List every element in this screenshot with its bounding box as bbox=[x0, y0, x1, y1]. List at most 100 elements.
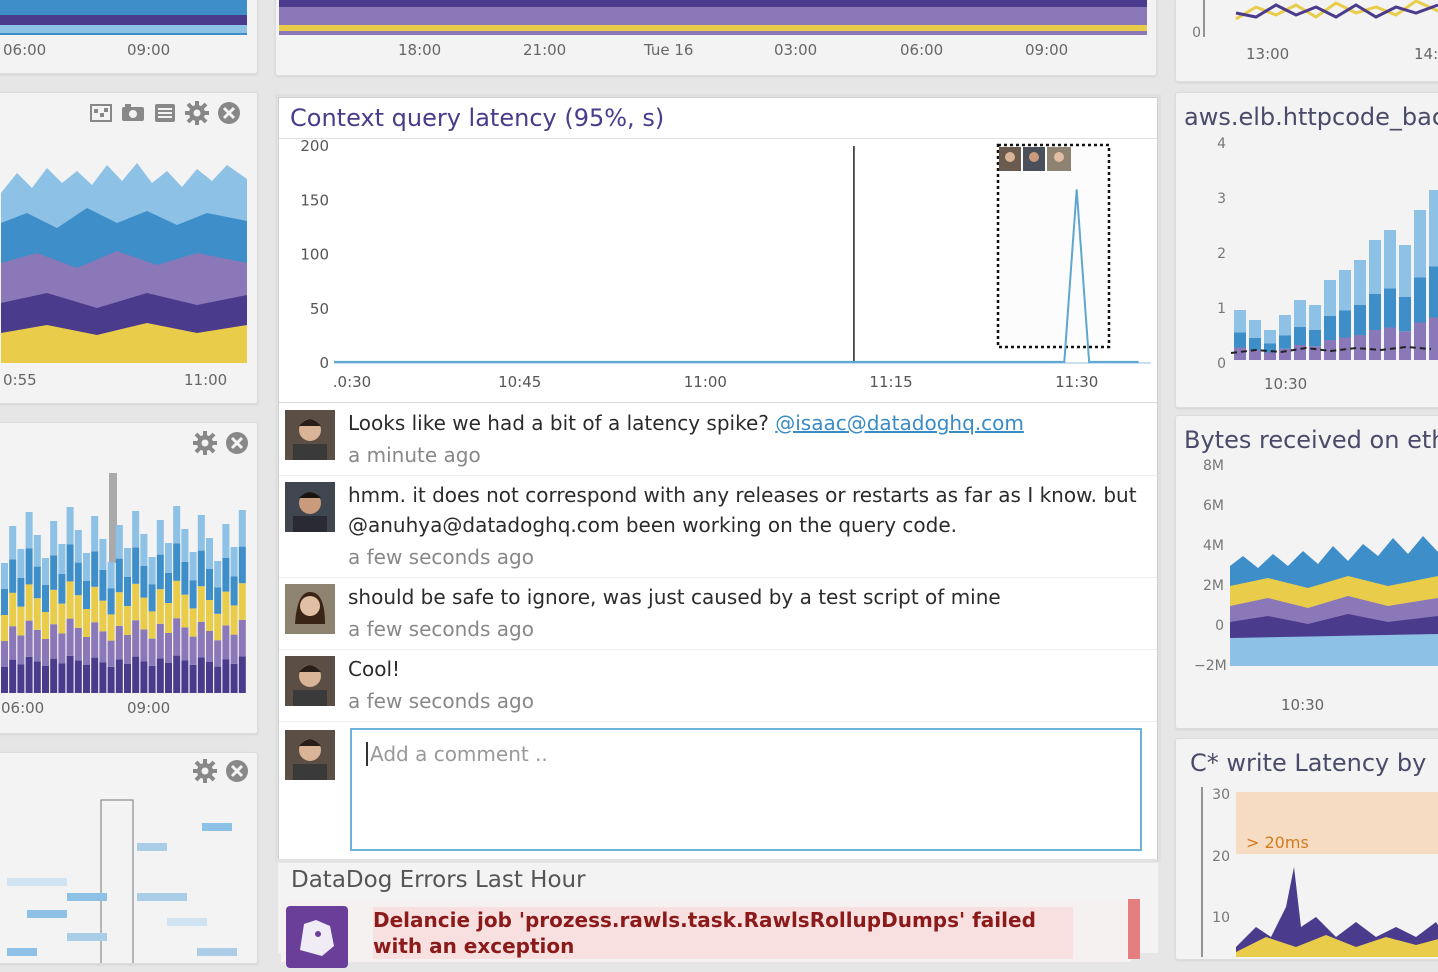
bar-segment bbox=[230, 547, 238, 577]
y-tick: 0 bbox=[1192, 25, 1201, 41]
bar-segment bbox=[1399, 245, 1411, 297]
bar-segment bbox=[58, 573, 66, 604]
bar-segment bbox=[83, 637, 90, 665]
bar-segment bbox=[197, 515, 205, 551]
bar-segment bbox=[1399, 296, 1411, 332]
close-icon[interactable] bbox=[225, 431, 249, 455]
bar-segment bbox=[181, 660, 189, 693]
bar-segment bbox=[140, 597, 148, 630]
bar-segment bbox=[50, 521, 58, 556]
bar-segment bbox=[42, 666, 49, 693]
tile-top-center[interactable]: 18:00 21:00 Tue 16 03:00 06:00 09:00 bbox=[275, 0, 1157, 76]
bar-segment bbox=[156, 520, 164, 555]
bar-segment bbox=[238, 656, 246, 693]
bar-segment bbox=[74, 627, 82, 661]
bar-segment bbox=[1249, 350, 1261, 360]
bar-segment bbox=[1369, 240, 1381, 294]
right-3-chart bbox=[1201, 787, 1438, 957]
close-icon[interactable] bbox=[217, 101, 241, 125]
x-tick: 11:30 bbox=[1055, 373, 1098, 391]
tile-left-3[interactable] bbox=[0, 752, 258, 964]
bar-segment bbox=[173, 543, 181, 581]
bar-segment bbox=[58, 633, 66, 664]
x-tick: 03:00 bbox=[774, 41, 818, 59]
comment-input[interactable]: Add a comment .. bbox=[350, 728, 1142, 851]
bar-segment bbox=[66, 581, 74, 619]
comment-selection-box[interactable] bbox=[996, 143, 1111, 349]
bar-segment bbox=[1399, 331, 1411, 360]
x-tick: 09:00 bbox=[1025, 41, 1069, 59]
close-icon[interactable] bbox=[225, 759, 249, 783]
comment-item: should be safe to ignore, was just cause… bbox=[279, 577, 1157, 650]
bar-segment bbox=[1, 667, 8, 693]
bar-segment bbox=[214, 666, 222, 693]
bar-segment bbox=[189, 636, 197, 665]
avatar bbox=[285, 410, 335, 460]
bar-segment bbox=[124, 635, 131, 664]
bar-segment bbox=[132, 583, 140, 621]
scrollbar[interactable] bbox=[1128, 899, 1140, 959]
bar-segment bbox=[1264, 352, 1276, 360]
bar-segment bbox=[148, 557, 156, 585]
bar-segment bbox=[91, 622, 99, 658]
tile-left-2[interactable]: 06:00 09:00 bbox=[0, 422, 258, 734]
participant-avatars bbox=[999, 147, 1071, 171]
error-item[interactable]: Delancie job 'prozess.rawls.task.RawlsRo… bbox=[281, 902, 1131, 968]
bar-segment bbox=[1279, 335, 1291, 349]
bar-segment bbox=[165, 663, 172, 693]
tile-right-1[interactable]: aws.elb.httpcode_bac 4 3 2 1 0 10:30 bbox=[1175, 92, 1438, 408]
bar-segment bbox=[1384, 288, 1396, 328]
tile-title: aws.elb.httpcode_bac bbox=[1184, 103, 1438, 131]
gear-icon[interactable] bbox=[193, 759, 217, 783]
bar-segment bbox=[1, 563, 8, 589]
bar-segment bbox=[156, 623, 164, 659]
comment-thread: Looks like we had a bit of a latency spi… bbox=[279, 402, 1157, 859]
bar-segment bbox=[50, 658, 58, 693]
bar-segment bbox=[1369, 330, 1381, 360]
bar-segment bbox=[214, 587, 222, 614]
bar-segment bbox=[91, 516, 99, 552]
y-tick: 0 bbox=[1215, 618, 1224, 634]
tile-right-2[interactable]: Bytes received on eth 8M 6M 4M 2M 0 −2M … bbox=[1175, 415, 1438, 729]
tile-left-1[interactable]: 0:55 11:00 bbox=[0, 92, 258, 404]
tile-title: Bytes received on eth bbox=[1184, 426, 1438, 454]
bar-segment bbox=[107, 614, 115, 641]
bar-segment bbox=[1309, 329, 1321, 347]
list-icon[interactable] bbox=[153, 101, 177, 125]
bar-segment bbox=[25, 584, 33, 621]
bar-segment bbox=[42, 612, 49, 639]
bar-segment bbox=[132, 620, 140, 657]
bar-segment bbox=[132, 511, 140, 548]
comment-timestamp: a minute ago bbox=[348, 443, 481, 467]
left-1-stacked-area bbox=[1, 163, 247, 363]
bar-segment bbox=[99, 631, 107, 663]
tile-top-left[interactable]: 06:00 09:00 bbox=[0, 0, 258, 74]
bar-segment bbox=[107, 588, 115, 615]
x-tick: 13:00 bbox=[1246, 45, 1290, 63]
top-right-lines bbox=[1203, 0, 1438, 37]
bar-segment bbox=[1234, 310, 1246, 333]
latency-chart[interactable]: 200 150 100 50 0 .0:30 10:45 11:00 11:15 11:30 bbox=[279, 138, 1157, 400]
x-tick: 09:00 bbox=[127, 699, 171, 717]
bar-segment bbox=[33, 566, 41, 599]
mention-link[interactable]: @isaac@datadoghq.com bbox=[775, 411, 1024, 435]
bar-segment bbox=[66, 618, 74, 656]
tile-right-3[interactable]: C* write Latency by 30 20 10 > 20ms bbox=[1175, 738, 1438, 960]
bar-segment bbox=[173, 618, 181, 656]
bar-segment bbox=[1, 641, 8, 667]
tile-top-right[interactable]: 0 13:00 14: bbox=[1175, 0, 1438, 82]
bar-segment bbox=[124, 548, 131, 577]
camera-icon[interactable] bbox=[121, 101, 145, 125]
bar-segment bbox=[165, 633, 172, 663]
bar-segment bbox=[1384, 230, 1396, 289]
bar-segment bbox=[33, 535, 41, 567]
bar-segment bbox=[1249, 320, 1261, 338]
map-icon[interactable] bbox=[89, 101, 113, 125]
bar-segment bbox=[115, 525, 123, 559]
gear-icon[interactable] bbox=[193, 431, 217, 455]
bar-segment bbox=[9, 659, 17, 693]
bar-segment bbox=[222, 659, 230, 693]
bar-segment bbox=[206, 538, 213, 569]
graph-title: Context query latency (95%, s) bbox=[290, 104, 665, 132]
gear-icon[interactable] bbox=[185, 101, 209, 125]
